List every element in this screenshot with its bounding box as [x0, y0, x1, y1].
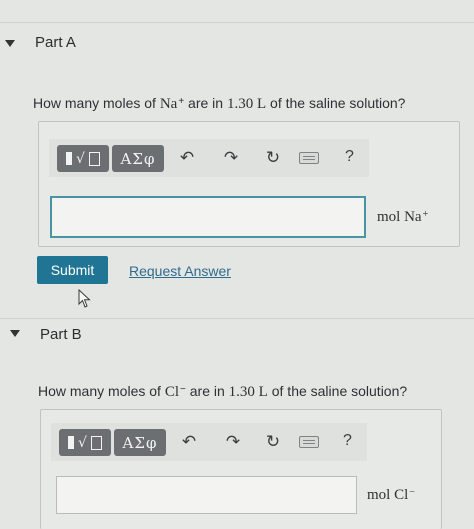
species-cl: Cl	[164, 384, 180, 400]
part-b-answer-input[interactable]	[56, 476, 357, 514]
top-divider	[0, 22, 474, 23]
species-na-charge: +	[178, 96, 185, 107]
part-b-unit: mol Cl−	[367, 487, 415, 503]
part-a-math-toolbar: √ ΑΣφ ↶ ↷ ↻ ?	[49, 139, 369, 177]
templates-icon: √	[66, 151, 100, 167]
part-b-answer-panel: √ ΑΣφ ↶ ↷ ↻ ? mol Cl−	[40, 409, 442, 529]
undo-icon[interactable]: ↶	[177, 148, 197, 168]
part-b-title[interactable]: Part B	[40, 326, 82, 343]
help-button[interactable]: ?	[343, 432, 352, 450]
part-a-title[interactable]: Part A	[35, 34, 76, 51]
species-cl-charge: −	[180, 384, 186, 395]
volume-value: 1.30 L	[228, 384, 268, 400]
greek-symbols-label: ΑΣφ	[120, 149, 156, 168]
redo-icon[interactable]: ↷	[221, 148, 241, 168]
part-a-answer-input[interactable]	[50, 196, 366, 238]
part-a-collapse-icon[interactable]	[5, 40, 15, 47]
mid-divider	[0, 318, 474, 319]
keyboard-icon[interactable]	[299, 152, 319, 164]
templates-button[interactable]: √	[57, 145, 109, 172]
templates-icon: √	[68, 435, 102, 451]
symbols-button[interactable]: ΑΣφ	[112, 145, 164, 172]
submit-button[interactable]: Submit	[37, 256, 108, 284]
templates-button[interactable]: √	[59, 429, 111, 456]
part-b-question: How many moles of Cl− are in 1.30 L of t…	[38, 383, 408, 400]
undo-icon[interactable]: ↶	[179, 432, 199, 452]
volume-value: 1.30 L	[226, 96, 267, 112]
part-b-math-toolbar: √ ΑΣφ ↶ ↷ ↻ ?	[51, 423, 367, 461]
part-a-question: How many moles of Na+ are in 1.30 L of t…	[33, 95, 406, 112]
redo-icon[interactable]: ↷	[223, 432, 243, 452]
reset-icon[interactable]: ↻	[263, 148, 283, 168]
part-b-collapse-icon[interactable]	[10, 330, 20, 337]
greek-symbols-label: ΑΣφ	[122, 433, 158, 452]
symbols-button[interactable]: ΑΣφ	[114, 429, 166, 456]
species-na: Na	[159, 96, 178, 112]
reset-icon[interactable]: ↻	[263, 432, 283, 452]
request-answer-link[interactable]: Request Answer	[129, 263, 231, 279]
part-a-unit: mol Na+	[377, 209, 429, 225]
part-a-answer-panel: √ ΑΣφ ↶ ↷ ↻ ? mol Na+	[38, 121, 460, 247]
help-button[interactable]: ?	[345, 148, 354, 166]
keyboard-icon[interactable]	[299, 436, 319, 448]
mouse-cursor-icon	[78, 289, 91, 308]
